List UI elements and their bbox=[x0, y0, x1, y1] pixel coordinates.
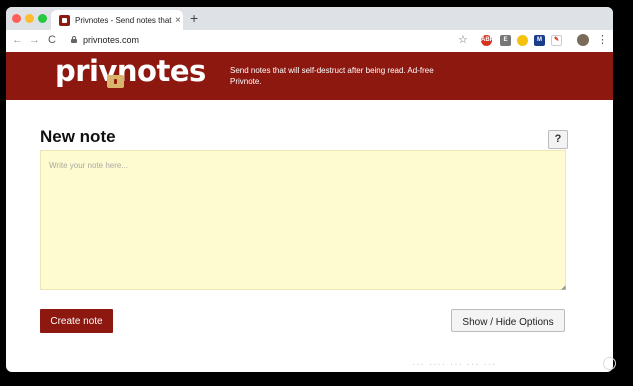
browser-tab[interactable]: Privnotes - Send notes that wi × bbox=[51, 10, 183, 30]
page-title: New note bbox=[40, 127, 116, 146]
tab-title: Privnotes - Send notes that wi bbox=[75, 15, 173, 25]
adblock-extension-icon[interactable]: ABP bbox=[481, 35, 494, 46]
overlay-refresh-icon bbox=[603, 357, 616, 370]
logo-padlock-icon bbox=[107, 75, 124, 88]
maximize-window-button[interactable] bbox=[38, 14, 47, 23]
create-note-button[interactable]: Create note bbox=[40, 309, 113, 333]
close-window-button[interactable] bbox=[12, 14, 21, 23]
site-header: privnotes Send notes that will self-dest… bbox=[6, 52, 613, 100]
show-hide-options-button[interactable]: Show / Hide Options bbox=[451, 309, 565, 332]
extension-coin-icon[interactable] bbox=[517, 35, 528, 46]
extension-edit-icon[interactable]: ✎ bbox=[551, 35, 562, 46]
site-logo[interactable]: privnotes bbox=[55, 54, 206, 88]
new-tab-button[interactable]: + bbox=[190, 11, 198, 25]
privnotes-favicon-icon bbox=[59, 14, 70, 26]
tab-bar: Privnotes - Send notes that wi × + bbox=[6, 7, 613, 30]
profile-avatar[interactable] bbox=[577, 34, 589, 46]
extension-m-icon[interactable]: M bbox=[534, 35, 545, 46]
browser-menu-icon[interactable]: ⋮ bbox=[597, 33, 608, 46]
minimize-window-button[interactable] bbox=[25, 14, 34, 23]
tab-close-icon[interactable]: × bbox=[175, 15, 181, 26]
watermark-text: ··· ···· ··· ··· ··· bbox=[412, 359, 497, 370]
extension-e-icon[interactable]: E bbox=[500, 35, 511, 46]
url-field[interactable]: privnotes.com bbox=[83, 35, 139, 45]
address-toolbar: ← → C privnotes.com ☆ ABP E M ✎ ⋮ bbox=[6, 30, 613, 53]
resize-handle-icon[interactable]: ◢ bbox=[561, 284, 566, 291]
reload-icon[interactable]: C bbox=[48, 34, 56, 46]
note-textarea[interactable] bbox=[40, 150, 566, 290]
forward-arrow-icon[interactable]: → bbox=[29, 34, 40, 46]
help-button[interactable]: ? bbox=[548, 130, 568, 149]
back-arrow-icon[interactable]: ← bbox=[12, 34, 23, 46]
site-tagline: Send notes that will self-destruct after… bbox=[230, 66, 434, 86]
bookmark-star-icon[interactable]: ☆ bbox=[458, 33, 468, 46]
lock-icon[interactable] bbox=[71, 36, 77, 43]
